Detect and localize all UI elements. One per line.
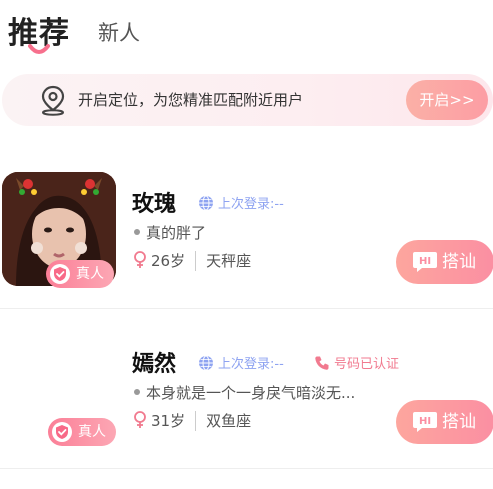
- user-age: 26岁: [151, 252, 186, 270]
- location-pin-icon: [41, 85, 65, 116]
- bullet-dot: [134, 389, 140, 395]
- user-card[interactable]: 真人 嫣然 上次登录:-- 号码已认证 本身就是一个一身戾气暗淡无... 31岁…: [0, 312, 493, 462]
- svg-text:HI: HI: [419, 416, 431, 427]
- user-bio: 本身就是一个一身戾气暗淡无...: [134, 382, 355, 403]
- top-tabs: 推荐 新人: [0, 0, 493, 66]
- badge-label: 真人: [76, 266, 104, 282]
- user-zodiac: 双鱼座: [206, 412, 252, 430]
- globe-icon: [199, 355, 213, 371]
- badge-label: 真人: [78, 424, 106, 440]
- globe-icon: [199, 195, 213, 211]
- phone-verified-badge: 号码已认证: [314, 353, 399, 372]
- location-banner: 开启定位，为您精准匹配附近用户 开启>>: [2, 74, 493, 126]
- enable-location-button[interactable]: 开启>>: [406, 80, 488, 120]
- verified-shield-icon: [52, 422, 72, 442]
- last-login: 上次登录:--: [198, 193, 284, 212]
- user-card[interactable]: 真人 玫瑰 上次登录:-- 真的胖了 26岁 天秤座 HI 搭讪: [0, 160, 493, 310]
- chat-up-button[interactable]: HI 搭讪: [396, 400, 493, 444]
- last-login: 上次登录:--: [198, 353, 284, 372]
- tab-active-indicator: [28, 44, 50, 54]
- female-icon: [134, 251, 146, 268]
- hi-chat-icon: HI: [413, 412, 437, 432]
- phone-icon: [315, 356, 329, 370]
- chat-up-label: 搭讪: [442, 412, 476, 432]
- card-divider: [0, 308, 493, 309]
- user-zodiac: 天秤座: [206, 252, 252, 270]
- verified-shield-icon: [50, 264, 70, 284]
- user-name[interactable]: 嫣然: [132, 346, 176, 378]
- bio-text: 本身就是一个一身戾气暗淡无...: [146, 384, 356, 402]
- last-login-text: 上次登录:--: [218, 197, 284, 212]
- hi-chat-icon: HI: [413, 252, 437, 272]
- female-icon: [134, 411, 146, 428]
- user-name[interactable]: 玫瑰: [132, 186, 176, 218]
- user-age: 31岁: [151, 412, 186, 430]
- user-bio: 真的胖了: [134, 222, 206, 243]
- tab-newcomers[interactable]: 新人: [98, 17, 140, 47]
- svg-text:HI: HI: [419, 256, 431, 267]
- meta-divider: [195, 411, 197, 431]
- last-login-text: 上次登录:--: [218, 357, 284, 372]
- bullet-dot: [134, 229, 140, 235]
- real-person-badge: 真人: [48, 418, 116, 446]
- user-meta: 26岁 天秤座: [132, 250, 251, 271]
- meta-divider: [195, 251, 197, 271]
- card-divider: [0, 468, 493, 469]
- phone-verified-text: 号码已认证: [334, 357, 400, 372]
- bio-text: 真的胖了: [146, 224, 207, 242]
- user-meta: 31岁 双鱼座: [132, 410, 251, 431]
- chat-up-button[interactable]: HI 搭讪: [396, 240, 493, 284]
- chat-up-label: 搭讪: [442, 252, 476, 272]
- location-prompt-text: 开启定位，为您精准匹配附近用户: [78, 91, 304, 109]
- real-person-badge: 真人: [46, 260, 114, 288]
